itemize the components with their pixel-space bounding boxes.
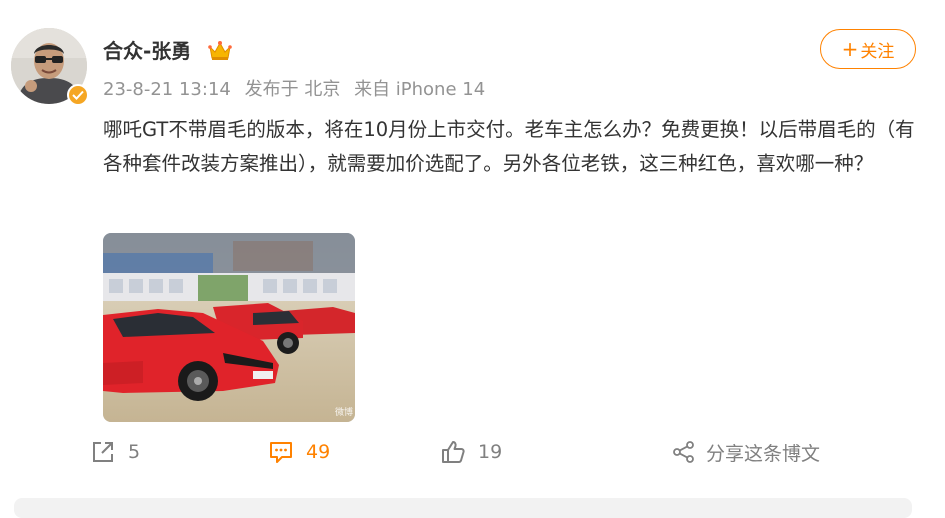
comment-button[interactable]: 49 [268,432,330,472]
comment-count: 49 [306,441,331,463]
verified-badge-icon [67,84,89,106]
post-image[interactable]: 微博 [103,233,355,422]
like-icon [442,441,465,463]
repost-icon [93,442,113,462]
post-location: 发布于 北京 [244,79,341,100]
username[interactable]: 合众-张勇 [103,35,191,64]
like-count: 19 [478,441,503,463]
red-cars-photo: 微博 [103,233,355,422]
action-bar: 5 49 19 分享这条博文 [0,432,945,472]
share-button[interactable]: 分享这条博文 [672,432,820,472]
follow-button[interactable]: + 关注 [820,29,916,69]
like-button[interactable]: 19 [440,432,502,472]
plus-icon: + [841,37,859,61]
crown-icon[interactable] [208,39,232,61]
post-meta: 23-8-21 13:14 发布于 北京 来自 iPhone 14 [103,75,493,101]
image-watermark: 微博 [335,406,353,418]
comment-section-placeholder [14,498,912,518]
post-timestamp[interactable]: 23-8-21 13:14 [103,79,231,100]
comment-icon [270,442,292,463]
weibo-post-card: 合众-张勇 23-8-21 13:14 发布于 北京 来自 iPhone 14 … [0,0,945,518]
share-icon [673,441,694,463]
post-text: 哪吒GT不带眉毛的版本，将在10月份上市交付。老车主怎么办？免费更换！以后带眉毛… [103,118,915,175]
share-label: 分享这条博文 [706,442,821,465]
repost-button[interactable]: 5 [90,432,140,472]
repost-count: 5 [128,441,141,463]
follow-label: 关注 [860,41,895,62]
post-source[interactable]: 来自 iPhone 14 [354,79,485,100]
